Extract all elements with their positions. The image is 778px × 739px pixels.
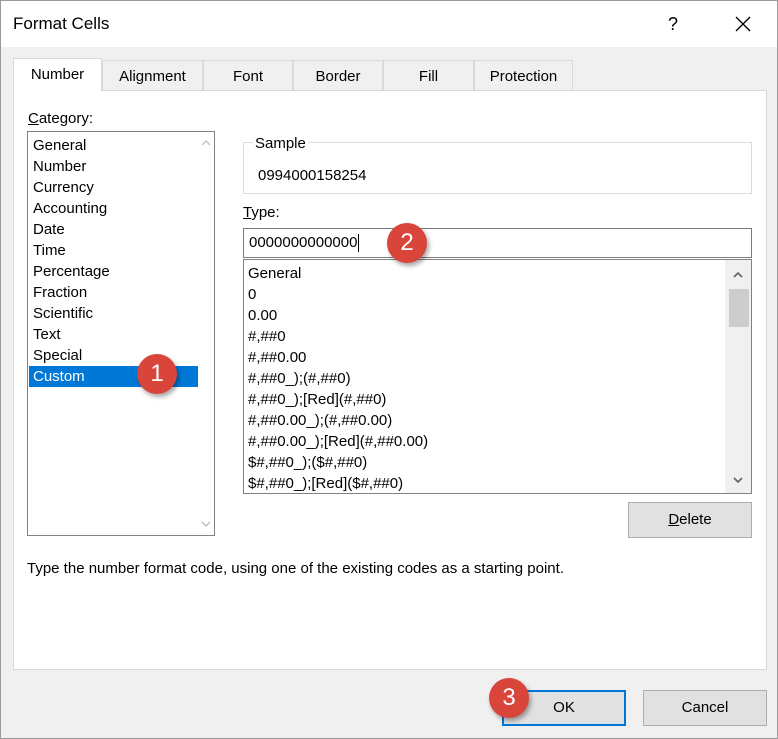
category-item-special[interactable]: Special (29, 345, 201, 366)
format-code-item[interactable]: 0 (248, 284, 256, 305)
category-list[interactable]: General Number Currency Accounting Date … (27, 131, 215, 536)
format-code-list[interactable]: General 0 0.00 #,##0 #,##0.00 #,##0_);(#… (243, 259, 752, 494)
format-code-item[interactable]: #,##0_);(#,##0) (248, 368, 351, 389)
category-scrollbar[interactable] (198, 132, 214, 535)
category-item-time[interactable]: Time (29, 240, 201, 261)
format-code-item[interactable]: #,##0.00_);[Red](#,##0.00) (248, 431, 428, 452)
close-button[interactable] (723, 5, 763, 43)
tab-font[interactable]: Font (203, 60, 293, 91)
category-item-percentage[interactable]: Percentage (29, 261, 201, 282)
category-item-general[interactable]: General (29, 135, 201, 156)
hint-text: Type the number format code, using one o… (27, 560, 564, 577)
scroll-down-icon[interactable] (201, 519, 211, 529)
category-item-currency[interactable]: Currency (29, 177, 201, 198)
format-code-item[interactable]: $#,##0_);($#,##0) (248, 452, 367, 473)
tab-fill[interactable]: Fill (383, 60, 474, 91)
category-item-text[interactable]: Text (29, 324, 201, 345)
category-item-accounting[interactable]: Accounting (29, 198, 201, 219)
step-badge-3: 3 (489, 678, 529, 718)
format-code-scrollbar[interactable] (725, 260, 751, 493)
format-code-item[interactable]: #,##0 (248, 326, 286, 347)
tab-number[interactable]: Number (13, 58, 102, 92)
category-label: Category: (28, 110, 94, 127)
delete-button[interactable]: Delete (628, 502, 752, 538)
format-cells-dialog: Format Cells ? Number Alignment Font Bor… (0, 0, 778, 739)
step-badge-2: 2 (387, 223, 427, 263)
type-input[interactable]: 0000000000000 (243, 228, 752, 258)
help-button[interactable]: ? (653, 5, 693, 43)
sample-label: Sample (253, 135, 308, 152)
format-code-item[interactable]: #,##0.00 (248, 347, 306, 368)
scroll-down-icon[interactable] (733, 475, 743, 485)
category-item-scientific[interactable]: Scientific (29, 303, 201, 324)
cancel-button[interactable]: Cancel (643, 690, 767, 726)
scrollbar-thumb[interactable] (729, 289, 749, 327)
step-badge-1: 1 (137, 354, 177, 394)
scroll-up-icon[interactable] (733, 270, 743, 280)
dialog-title: Format Cells (13, 14, 110, 33)
format-code-item[interactable]: General (248, 263, 301, 284)
category-item-fraction[interactable]: Fraction (29, 282, 201, 303)
type-input-value: 0000000000000 (249, 234, 358, 251)
scroll-up-icon[interactable] (201, 138, 211, 148)
tab-alignment[interactable]: Alignment (102, 60, 203, 91)
format-code-item[interactable]: $#,##0_);[Red]($#,##0) (248, 473, 403, 493)
close-icon (735, 16, 751, 32)
number-tab-panel: Category: General Number Currency Accoun… (13, 90, 767, 670)
tab-border[interactable]: Border (293, 60, 383, 91)
sample-value: 0994000158254 (258, 167, 367, 184)
format-code-item[interactable]: 0.00 (248, 305, 277, 326)
type-label: Type: (243, 204, 280, 221)
text-caret (358, 234, 360, 253)
category-item-number[interactable]: Number (29, 156, 201, 177)
category-item-date[interactable]: Date (29, 219, 201, 240)
title-bar: Format Cells ? (1, 1, 777, 47)
tab-protection[interactable]: Protection (474, 60, 573, 91)
format-code-item[interactable]: #,##0.00_);(#,##0.00) (248, 410, 392, 431)
format-code-item[interactable]: #,##0_);[Red](#,##0) (248, 389, 386, 410)
